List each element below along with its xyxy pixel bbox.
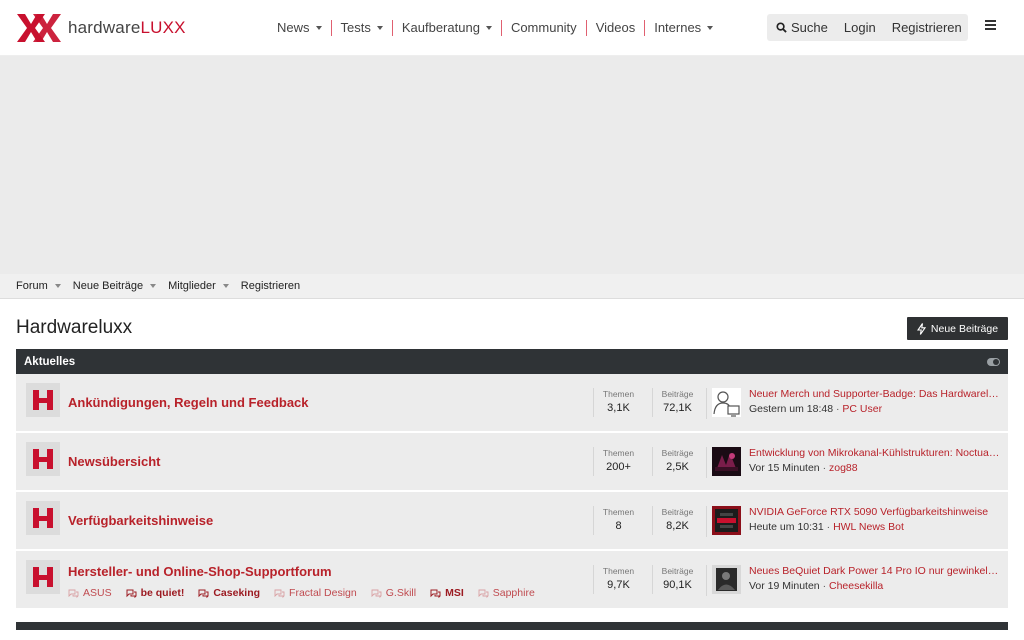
collapse-toggle-icon[interactable] [987, 357, 1000, 366]
last-post-time[interactable]: Gestern um 18:48 [749, 403, 833, 415]
last-post: Neues BeQuiet Dark Power 14 Pro IO nur g… [706, 565, 1008, 596]
forum-navigation: Forum Neue Beiträge Mitglieder Registrie… [0, 274, 1024, 299]
chevron-down-icon [54, 284, 61, 288]
nav-kaufberatung[interactable]: Kaufberatung [393, 20, 502, 36]
last-post: NVIDIA GeForce RTX 5090 Verfügbarkeitshi… [706, 506, 1008, 537]
forum-node: Verfügbarkeitshinweise Themen 8 Beiträge 8… [16, 492, 1008, 551]
ad-placeholder [0, 56, 1024, 274]
forumnav-register[interactable]: Registrieren [241, 280, 300, 292]
site-header: hardwareLUXX News Tests Kaufberatung Com… [0, 0, 1024, 56]
forum-h-icon [26, 501, 60, 535]
search-icon [776, 22, 787, 33]
subforum-link[interactable]: Sapphire [478, 587, 535, 599]
new-posts-button[interactable]: Neue Beiträge [907, 317, 1008, 340]
posts-stat: Beiträge 90,1K [652, 565, 702, 594]
chat-bubble-icon [198, 589, 209, 598]
last-post-user[interactable]: zog88 [829, 462, 858, 474]
site-logo[interactable]: hardwareLUXX [16, 13, 216, 43]
forum-node-title[interactable]: Hersteller- und Online-Shop-Supportforum [68, 564, 332, 579]
last-post-title[interactable]: Entwicklung von Mikrokanal-Kühlstrukture… [749, 447, 1001, 459]
forumnav-forum[interactable]: Forum [16, 280, 61, 292]
last-post-title[interactable]: NVIDIA GeForce RTX 5090 Verfügbarkeitshi… [749, 506, 1001, 518]
threads-stat: Themen 8 [593, 506, 643, 535]
last-post-time[interactable]: Vor 19 Minuten [749, 580, 820, 592]
threads-stat: Themen 3,1K [593, 388, 643, 417]
last-post: Neuer Merch und Supporter-Badge: Das Har… [706, 388, 1008, 419]
forum-h-icon [26, 383, 60, 417]
subforum-list: ASUS be quiet! Caseking Fractal Design G… [68, 587, 535, 599]
chat-bubble-icon [126, 589, 137, 598]
last-post: Entwicklung von Mikrokanal-Kühlstrukture… [706, 447, 1008, 478]
forum-node: Ankündigungen, Regeln und Feedback Theme… [16, 374, 1008, 433]
subforum-link[interactable]: MSI [430, 587, 464, 599]
bolt-icon [916, 322, 926, 335]
chevron-down-icon [315, 26, 322, 30]
forumnav-members[interactable]: Mitglieder [168, 280, 229, 292]
subforum-link[interactable]: G.Skill [371, 587, 416, 599]
avatar[interactable] [712, 565, 741, 594]
last-post-time[interactable]: Vor 15 Minuten [749, 462, 820, 474]
last-post-title[interactable]: Neues BeQuiet Dark Power 14 Pro IO nur g… [749, 565, 1001, 577]
subforum-link[interactable]: ASUS [68, 587, 112, 599]
logo-wordmark: hardwareLUXX [68, 17, 186, 37]
chat-bubble-icon [430, 589, 441, 598]
forum-node-title[interactable]: Verfügbarkeitshinweise [68, 513, 213, 528]
chevron-down-icon [376, 26, 383, 30]
page-title: Hardwareluxx [16, 317, 133, 338]
last-post-user[interactable]: Cheesekilla [829, 580, 883, 592]
forum-node-title[interactable]: Ankündigungen, Regeln und Feedback [68, 395, 309, 410]
subforum-link[interactable]: Caseking [198, 587, 260, 599]
nav-tests[interactable]: Tests [332, 20, 393, 36]
nav-news[interactable]: News [268, 20, 332, 36]
forum-node-title[interactable]: Newsübersicht [68, 454, 160, 469]
logo-xx-icon [16, 13, 62, 43]
last-post-user[interactable]: PC User [842, 403, 882, 415]
chat-bubble-icon [371, 589, 382, 598]
subforum-link[interactable]: Fractal Design [274, 587, 357, 599]
posts-stat: Beiträge 8,2K [652, 506, 702, 535]
subforum-link[interactable]: be quiet! [126, 587, 184, 599]
last-post-user[interactable]: HWL News Bot [833, 521, 904, 533]
nav-videos[interactable]: Videos [587, 20, 646, 36]
register-link[interactable]: Registrieren [892, 20, 962, 35]
forum-node: Newsübersicht Themen 200+ Beiträge 2,5K En… [16, 433, 1008, 492]
posts-stat: Beiträge 2,5K [652, 447, 702, 476]
next-category-header [16, 622, 1008, 630]
threads-stat: Themen 9,7K [593, 565, 643, 594]
chat-bubble-icon [68, 589, 79, 598]
login-link[interactable]: Login [844, 20, 876, 35]
forumnav-new-posts[interactable]: Neue Beiträge [73, 280, 157, 292]
avatar[interactable] [712, 388, 741, 417]
nav-community[interactable]: Community [502, 20, 587, 36]
forum-h-icon [26, 442, 60, 476]
avatar[interactable] [712, 506, 741, 535]
category-block: Aktuelles Ankündigungen, Regeln und Feed… [16, 349, 1008, 610]
search-button[interactable]: Suche [776, 20, 828, 35]
main-navigation: News Tests Kaufberatung Community Videos… [268, 0, 722, 56]
hamburger-icon[interactable] [985, 20, 996, 30]
last-post-title[interactable]: Neuer Merch und Supporter-Badge: Das Har… [749, 388, 1001, 400]
chevron-down-icon [222, 284, 229, 288]
threads-stat: Themen 200+ [593, 447, 643, 476]
category-title: Aktuelles [24, 355, 76, 368]
posts-stat: Beiträge 72,1K [652, 388, 702, 417]
chat-bubble-icon [478, 589, 489, 598]
chevron-down-icon [485, 26, 492, 30]
category-header[interactable]: Aktuelles [16, 349, 1008, 374]
forum-h-icon [26, 560, 60, 594]
nav-internes[interactable]: Internes [645, 20, 722, 36]
chevron-down-icon [707, 26, 714, 30]
page-header: Hardwareluxx Neue Beiträge [0, 299, 1024, 349]
chevron-down-icon [150, 284, 157, 288]
chat-bubble-icon [274, 589, 285, 598]
avatar[interactable] [712, 447, 741, 476]
user-box: Suche Login Registrieren [767, 14, 968, 41]
forum-node: Hersteller- und Online-Shop-Supportforum… [16, 551, 1008, 610]
last-post-time[interactable]: Heute um 10:31 [749, 521, 824, 533]
